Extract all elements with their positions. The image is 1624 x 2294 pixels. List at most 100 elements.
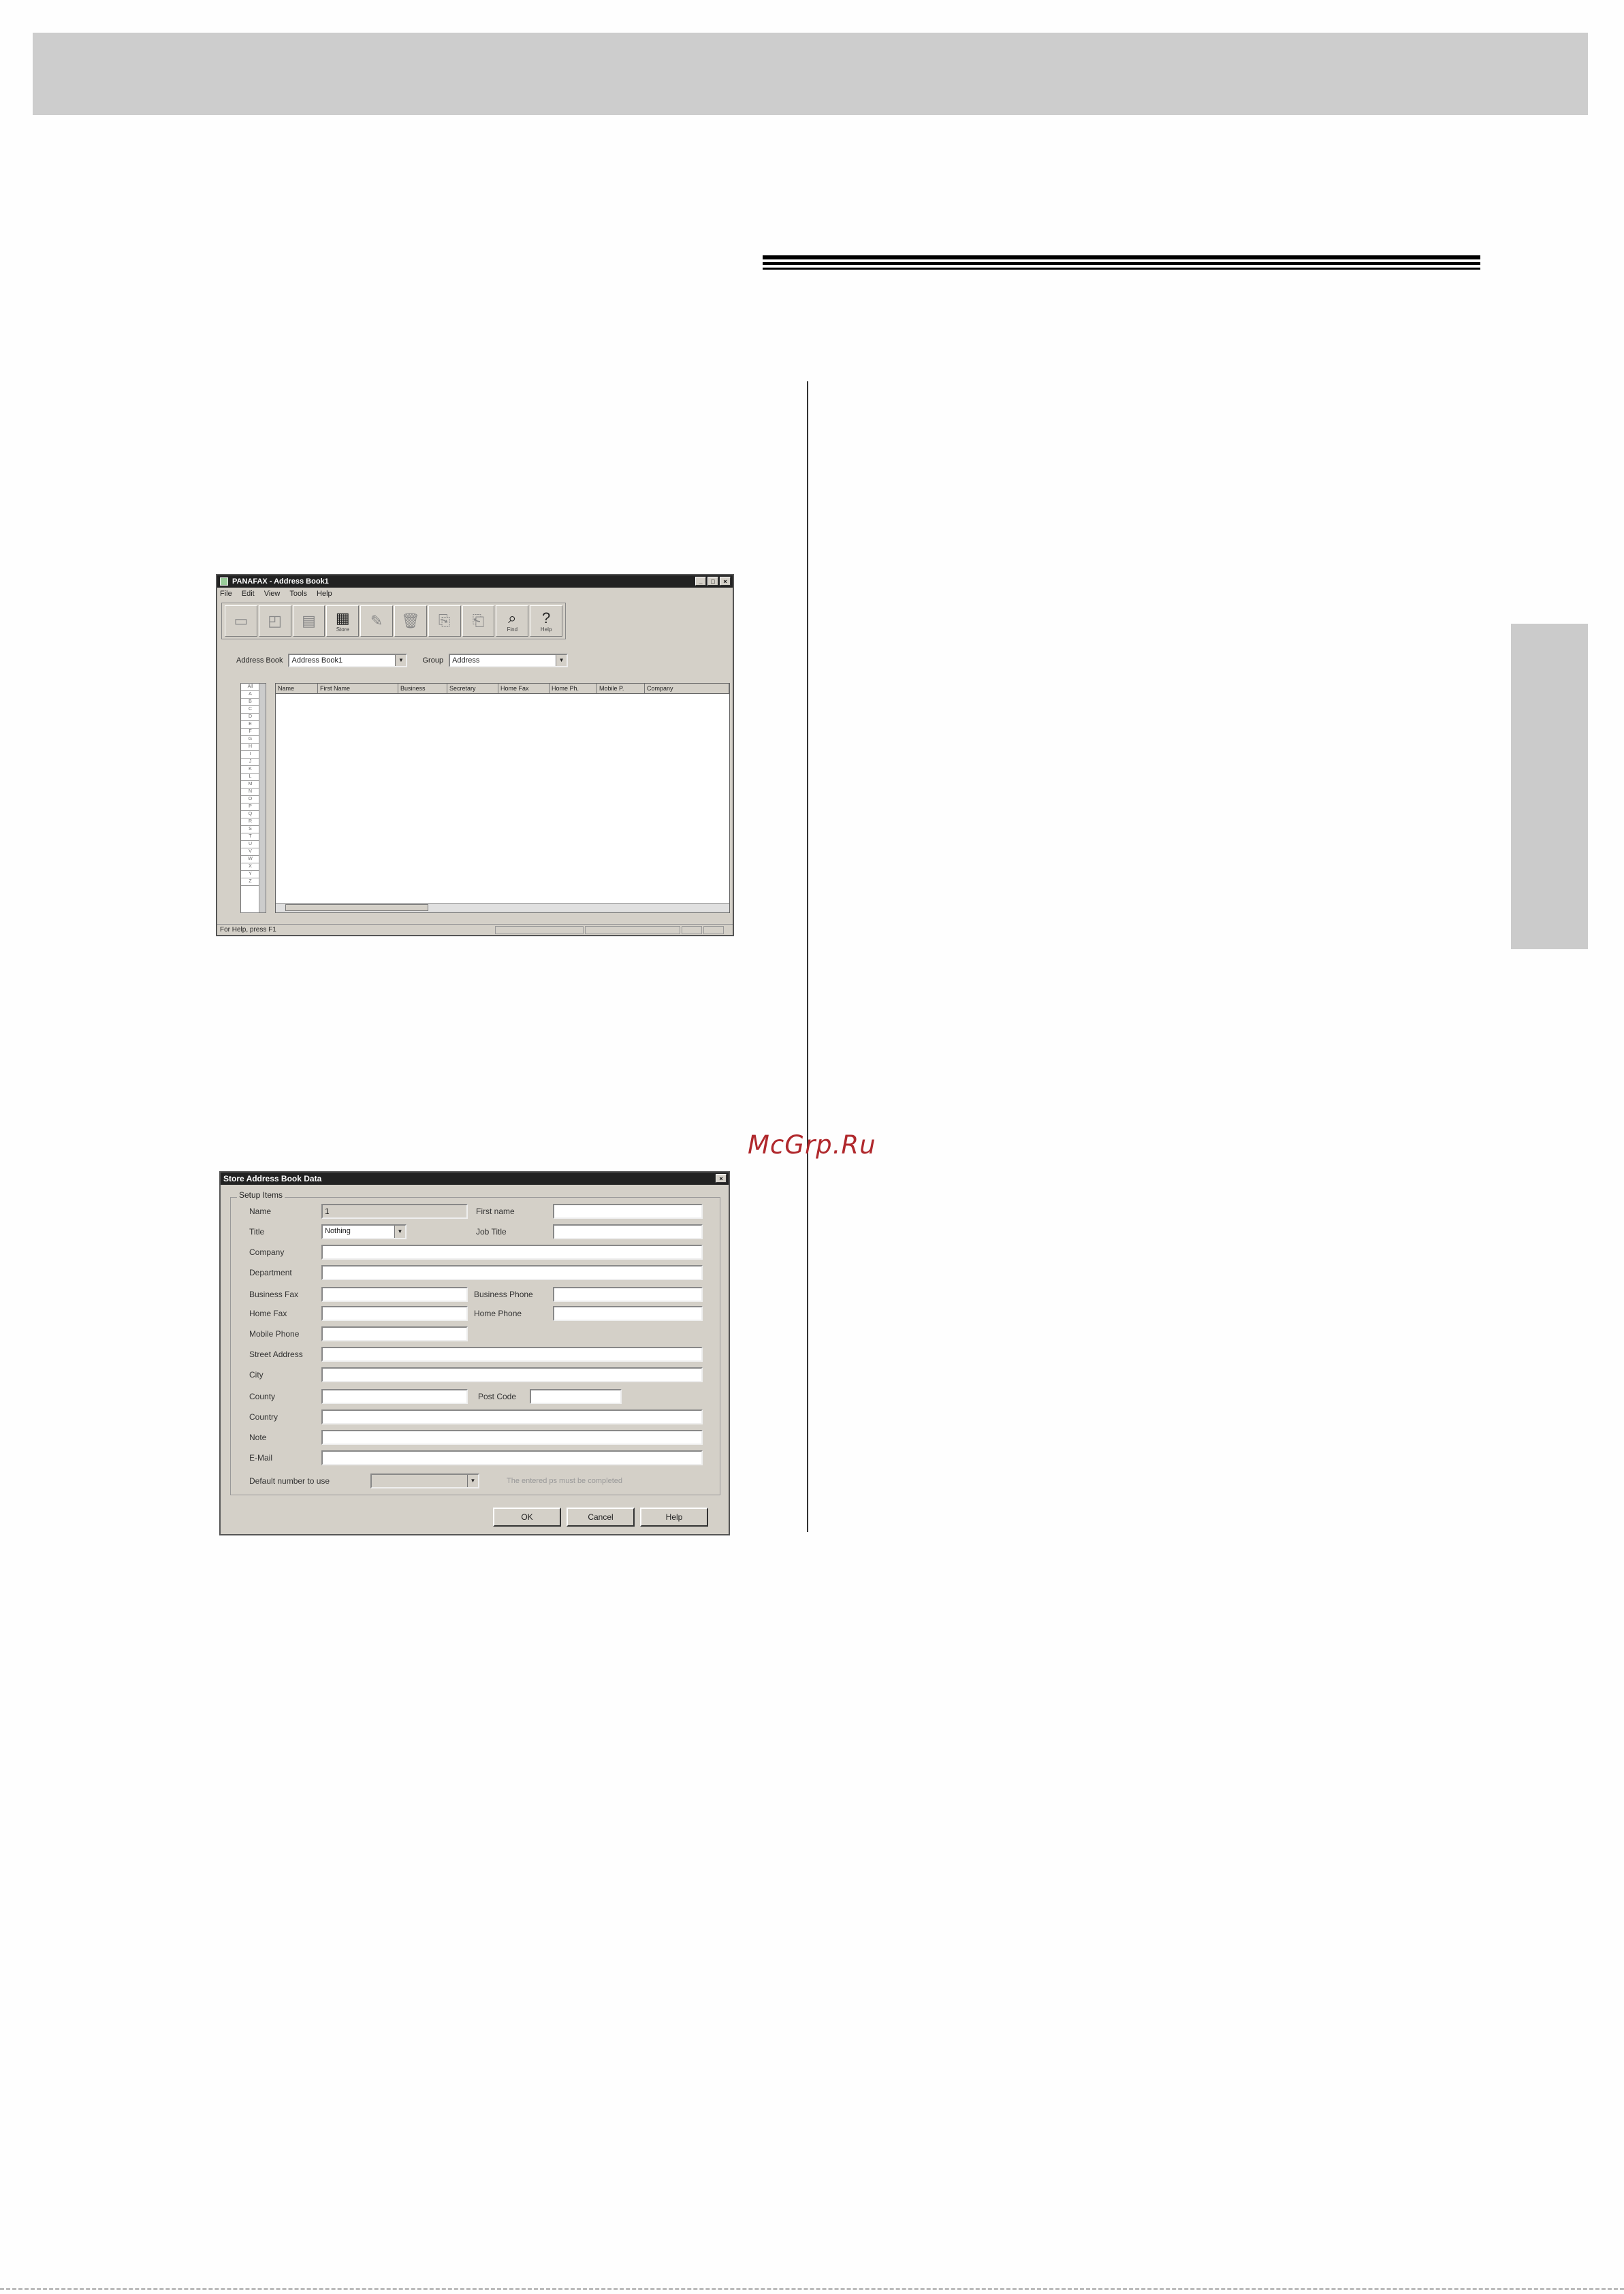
group-select[interactable]: Address ▼ (449, 654, 569, 667)
menu-edit[interactable]: Edit (242, 588, 255, 599)
index-tab[interactable]: X (241, 863, 259, 871)
country-field[interactable] (321, 1409, 703, 1424)
menu-view[interactable]: View (264, 588, 281, 599)
business-fax-field[interactable] (321, 1287, 468, 1302)
city-field[interactable] (321, 1367, 703, 1382)
address-grid[interactable]: Name First Name Business Secretary Home … (275, 683, 730, 913)
column-header[interactable]: Home Ph. (550, 684, 597, 693)
index-tab[interactable]: H (241, 744, 259, 751)
column-header[interactable]: Company (645, 684, 729, 693)
help-button[interactable]: Help (640, 1508, 708, 1527)
department-field[interactable] (321, 1265, 703, 1280)
scroll-thumb[interactable] (285, 904, 428, 911)
email-field[interactable] (321, 1450, 703, 1465)
paste-icon: ⎗ (472, 612, 485, 629)
toolbar-paste-button[interactable]: ⎗ (462, 605, 495, 637)
business-phone-field[interactable] (553, 1287, 703, 1302)
default-number-select[interactable]: ▼ (370, 1473, 479, 1488)
header-band (33, 33, 1588, 115)
home-fax-field[interactable] (321, 1306, 468, 1321)
index-tab[interactable]: W (241, 856, 259, 863)
delete-icon: 🗑 (400, 612, 420, 629)
index-tab[interactable]: L (241, 774, 259, 781)
street-address-label: Street Address (249, 1350, 303, 1359)
cancel-button[interactable]: Cancel (567, 1508, 635, 1527)
ok-button[interactable]: OK (493, 1508, 561, 1527)
index-scrollbar[interactable] (259, 684, 266, 912)
name-field[interactable]: 1 (321, 1204, 468, 1219)
column-header[interactable]: First Name (318, 684, 398, 693)
chevron-down-icon[interactable]: ▼ (394, 1226, 405, 1238)
column-header[interactable]: Business (398, 684, 447, 693)
email-label: E-Mail (249, 1453, 273, 1463)
column-header[interactable]: Name (276, 684, 318, 693)
company-field[interactable] (321, 1245, 703, 1260)
maximize-button[interactable]: □ (707, 577, 718, 586)
index-tab[interactable]: A (241, 691, 259, 699)
note-field[interactable] (321, 1430, 703, 1445)
index-tab[interactable]: J (241, 759, 259, 766)
toolbar-delete-button[interactable]: 🗑 (394, 605, 427, 637)
index-tab[interactable]: T (241, 833, 259, 841)
chevron-down-icon[interactable]: ▼ (395, 655, 407, 666)
chevron-down-icon[interactable]: ▼ (467, 1475, 478, 1487)
index-tab[interactable]: Y (241, 871, 259, 878)
toolbar: ▭ ◰ ▤ ▦ Store ✎ 🗑 ⎘ ⎗ ⌕ Find ? Help (221, 603, 566, 639)
index-tab[interactable]: C (241, 706, 259, 714)
index-tab[interactable]: S (241, 826, 259, 833)
column-header[interactable]: Mobile P. (597, 684, 645, 693)
chevron-down-icon[interactable]: ▼ (556, 655, 567, 666)
minimize-button[interactable]: _ (695, 577, 706, 586)
index-tab[interactable]: Z (241, 878, 259, 886)
column-header[interactable]: Secretary (447, 684, 498, 693)
mobile-phone-field[interactable] (321, 1326, 468, 1341)
toolbar-save-button[interactable]: ▤ (292, 605, 325, 637)
index-tab[interactable]: U (241, 841, 259, 848)
street-address-field[interactable] (321, 1347, 703, 1362)
horizontal-scrollbar[interactable] (276, 903, 729, 912)
index-tab[interactable]: R (241, 818, 259, 826)
index-tab[interactable]: I (241, 751, 259, 759)
index-tab[interactable]: N (241, 788, 259, 796)
window-title: PANAFAX - Address Book1 (232, 577, 329, 586)
column-header[interactable]: Home Fax (498, 684, 550, 693)
home-phone-field[interactable] (553, 1306, 703, 1321)
default-number-label: Default number to use (249, 1476, 330, 1486)
toolbar-store-button[interactable]: ▦ Store (326, 605, 360, 637)
address-book-select[interactable]: Address Book1 ▼ (288, 654, 408, 667)
first-name-field[interactable] (553, 1204, 703, 1219)
index-tab[interactable]: F (241, 729, 259, 736)
address-book-label: Address Book (236, 656, 283, 665)
menu-help[interactable]: Help (317, 588, 332, 599)
new-icon: ▭ (234, 612, 249, 629)
county-field[interactable] (321, 1389, 468, 1404)
index-tab[interactable]: G (241, 736, 259, 744)
post-code-field[interactable] (530, 1389, 622, 1404)
index-tab[interactable]: M (241, 781, 259, 788)
job-title-field[interactable] (553, 1224, 703, 1239)
company-label: Company (249, 1247, 285, 1257)
close-button[interactable]: × (716, 1174, 727, 1183)
index-tab[interactable]: All (241, 684, 259, 691)
index-tab[interactable]: P (241, 803, 259, 811)
toolbar-new-button[interactable]: ▭ (225, 605, 257, 637)
toolbar-edit-button[interactable]: ✎ (360, 605, 393, 637)
index-tab[interactable]: O (241, 796, 259, 803)
index-tab[interactable]: Q (241, 811, 259, 818)
title-select[interactable]: Nothing ▼ (321, 1224, 407, 1239)
menu-tools[interactable]: Tools (289, 588, 307, 599)
toolbar-open-button[interactable]: ◰ (258, 605, 291, 637)
index-tab[interactable]: K (241, 766, 259, 774)
close-button[interactable]: × (720, 577, 731, 586)
index-tab[interactable]: V (241, 848, 259, 856)
index-tab[interactable]: E (241, 721, 259, 729)
index-tab[interactable]: D (241, 714, 259, 721)
menu-file[interactable]: File (220, 588, 232, 599)
toolbar-copy-button[interactable]: ⎘ (428, 605, 461, 637)
group-label: Group (422, 656, 444, 665)
toolbar-help-button[interactable]: ? Help (530, 605, 562, 637)
save-icon: ▤ (302, 612, 316, 629)
index-tab[interactable]: B (241, 699, 259, 706)
status-bar: For Help, press F1 (217, 924, 733, 935)
toolbar-find-button[interactable]: ⌕ Find (496, 605, 529, 637)
